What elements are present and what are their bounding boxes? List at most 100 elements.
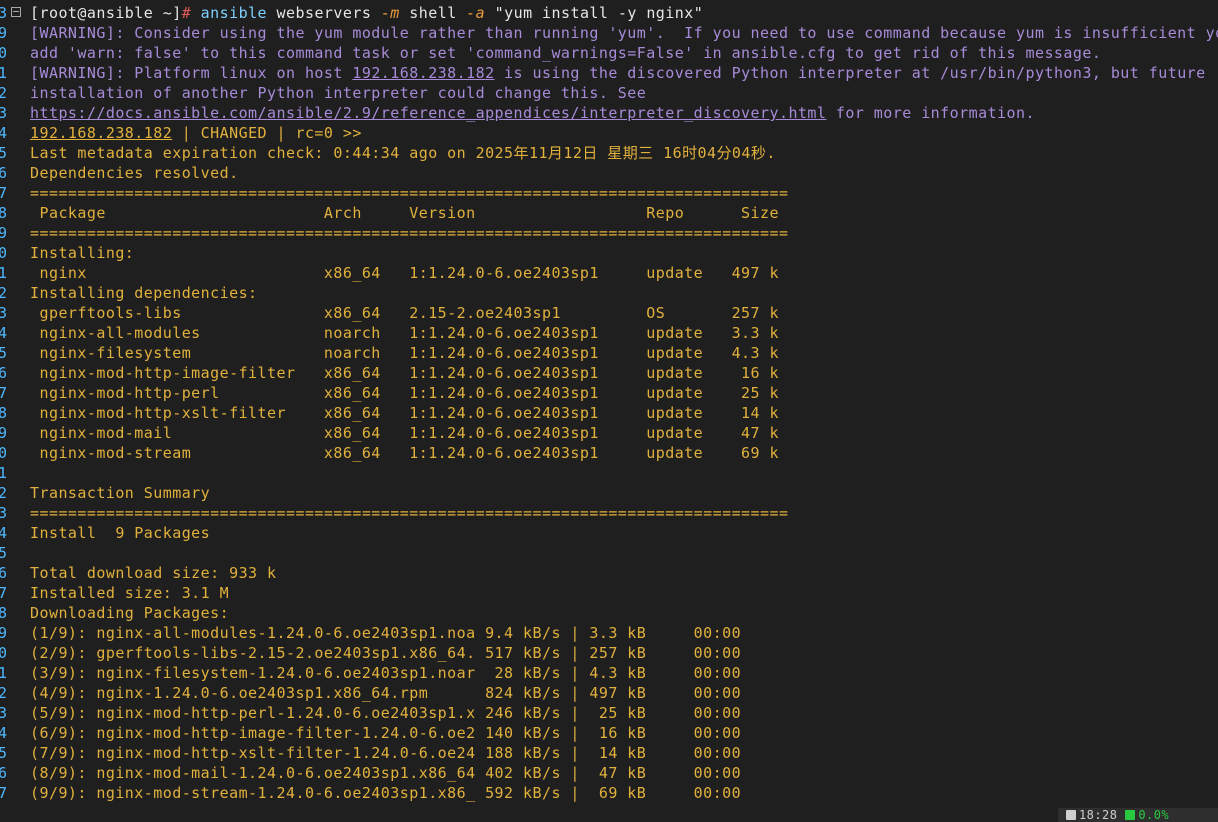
line-number: 1 bbox=[0, 264, 8, 282]
output-line: nginx-all-modules noarch 1:1.24.0-6.oe24… bbox=[30, 324, 779, 342]
terminal-output: [root@ansible ~]# ansible webservers -m … bbox=[30, 3, 1218, 803]
status-time: 18:28 bbox=[1079, 808, 1118, 822]
output-line: ========================================… bbox=[30, 504, 789, 522]
line-number-gutter: 3 9 0 1 2 3 4 5 6 7 8 9 0 1 2 3 4 5 6 7 8 9 0 1 2 3 4 5 6 7 8 9 0 1 2 3 4 5 6 7 bbox=[0, 3, 8, 803]
output-line: (5/9): nginx-mod-http-perl-1.24.0-6.oe24… bbox=[30, 704, 742, 722]
status-cpu: 0.0% bbox=[1138, 808, 1170, 822]
docs-url-link[interactable]: https://docs.ansible.com/ansible/2.9/ref… bbox=[30, 104, 826, 122]
line-number: 5 bbox=[0, 544, 8, 562]
line-number: 0 bbox=[0, 44, 8, 62]
host-link[interactable]: 192.168.238.182 bbox=[352, 64, 494, 82]
output-line: Installing dependencies: bbox=[30, 284, 258, 302]
line-number: 6 bbox=[0, 164, 8, 182]
output-line: Package Arch Version Repo Size bbox=[30, 204, 779, 222]
warning-line: [WARNING]: Consider using the yum module… bbox=[30, 24, 1218, 42]
output-line: nginx-filesystem noarch 1:1.24.0-6.oe240… bbox=[30, 344, 779, 362]
output-line: (8/9): nginx-mod-mail-1.24.0-6.oe2403sp1… bbox=[30, 764, 742, 782]
output-line: nginx-mod-stream x86_64 1:1.24.0-6.oe240… bbox=[30, 444, 779, 462]
output-line: Install 9 Packages bbox=[30, 524, 211, 542]
output-line: (4/9): nginx-1.24.0-6.oe2403sp1.x86_64.r… bbox=[30, 684, 742, 702]
output-line: (9/9): nginx-mod-stream-1.24.0-6.oe2403s… bbox=[30, 784, 742, 802]
output-line: ========================================… bbox=[30, 184, 789, 202]
warning-line: [WARNING]: Platform linux on host 192.16… bbox=[30, 63, 1218, 83]
line-number: 0 bbox=[0, 244, 8, 262]
output-line: Downloading Packages: bbox=[30, 604, 230, 622]
output-line: Installed size: 3.1 M bbox=[30, 584, 230, 602]
line-number: 9 bbox=[0, 224, 8, 242]
output-line: (2/9): gperftools-libs-2.15-2.oe2403sp1.… bbox=[30, 644, 742, 662]
output-line: (7/9): nginx-mod-http-xslt-filter-1.24.0… bbox=[30, 744, 742, 762]
output-line: (1/9): nginx-all-modules-1.24.0-6.oe2403… bbox=[30, 624, 742, 642]
clock-icon bbox=[1066, 810, 1076, 820]
output-line: Transaction Summary bbox=[30, 484, 211, 502]
cpu-icon bbox=[1125, 810, 1136, 820]
prompt-hash: # bbox=[181, 4, 192, 22]
line-number: 8 bbox=[0, 204, 8, 222]
terminal-window[interactable]: 3 9 0 1 2 3 4 5 6 7 8 9 0 1 2 3 4 5 6 7 8 9 0 1 2 3 4 5 6 7 8 9 0 1 2 3 4 5 6 7… bbox=[0, 0, 1218, 822]
warning-text: [WARNING]: Platform linux on host bbox=[30, 64, 353, 82]
warning-text: is using the discovered Python interpret… bbox=[494, 64, 1206, 82]
result-status: | CHANGED | rc=0 >> bbox=[172, 124, 362, 142]
line-number: 1 bbox=[0, 664, 8, 682]
line-number: 9 bbox=[0, 624, 8, 642]
line-number: 2 bbox=[0, 84, 8, 102]
line-number: 4 bbox=[0, 324, 8, 342]
collapse-marker-icon[interactable] bbox=[11, 7, 21, 17]
line-number: 3 bbox=[0, 704, 8, 722]
line-number: 3 bbox=[0, 4, 8, 22]
line-number: 5 bbox=[0, 144, 8, 162]
line-number: 5 bbox=[0, 744, 8, 762]
output-line: Installing: bbox=[30, 244, 135, 262]
output-line: gperftools-libs x86_64 2.15-2.oe2403sp1 … bbox=[30, 304, 779, 322]
command-flag-m: -m bbox=[380, 4, 400, 22]
warning-text: for more information. bbox=[826, 104, 1035, 122]
line-number: 4 bbox=[0, 724, 8, 742]
line-number: 9 bbox=[0, 424, 8, 442]
output-line: (6/9): nginx-mod-http-image-filter-1.24.… bbox=[30, 724, 742, 742]
command-module: shell bbox=[409, 4, 457, 22]
prompt-user-host: [root@ansible ~] bbox=[30, 4, 182, 22]
line-number: 7 bbox=[0, 184, 8, 202]
command-args: "yum install -y nginx" bbox=[494, 4, 704, 22]
line-number: 0 bbox=[0, 444, 8, 462]
line-number: 8 bbox=[0, 404, 8, 422]
output-line: ========================================… bbox=[30, 224, 789, 242]
result-host-link[interactable]: 192.168.238.182 bbox=[30, 124, 172, 142]
output-line: nginx-mod-http-xslt-filter x86_64 1:1.24… bbox=[30, 404, 779, 422]
command-name: ansible bbox=[200, 4, 268, 22]
output-line: Last metadata expiration check: 0:44:34 … bbox=[30, 144, 776, 162]
warning-line: installation of another Python interpret… bbox=[30, 84, 647, 102]
line-number: 7 bbox=[0, 784, 8, 802]
line-number: 4 bbox=[0, 524, 8, 542]
line-number: 1 bbox=[0, 464, 8, 482]
output-line: nginx x86_64 1:1.24.0-6.oe2403sp1 update… bbox=[30, 264, 779, 282]
warning-line: add 'warn: false' to this command task o… bbox=[30, 44, 1102, 62]
line-number: 6 bbox=[0, 364, 8, 382]
line-number: 1 bbox=[0, 64, 8, 82]
line-number: 9 bbox=[0, 24, 8, 42]
line-number: 7 bbox=[0, 584, 8, 602]
output-line: Dependencies resolved. bbox=[30, 164, 239, 182]
line-number: 2 bbox=[0, 484, 8, 502]
result-line: 192.168.238.182 | CHANGED | rc=0 >> bbox=[30, 123, 1218, 143]
line-number: 8 bbox=[0, 604, 8, 622]
line-number: 6 bbox=[0, 564, 8, 582]
line-number: 3 bbox=[0, 304, 8, 322]
line-number: 7 bbox=[0, 384, 8, 402]
yum-output: Last metadata expiration check: 0:44:34 … bbox=[30, 143, 1218, 803]
warning-line: https://docs.ansible.com/ansible/2.9/ref… bbox=[30, 103, 1218, 123]
line-number: 2 bbox=[0, 284, 8, 302]
status-bar: 18:28 0.0% bbox=[1058, 808, 1218, 822]
output-line: nginx-mod-http-image-filter x86_64 1:1.2… bbox=[30, 364, 779, 382]
output-line: nginx-mod-mail x86_64 1:1.24.0-6.oe2403s… bbox=[30, 424, 779, 442]
prompt-line: [root@ansible ~]# ansible webservers -m … bbox=[30, 3, 1218, 23]
output-line: Total download size: 933 k bbox=[30, 564, 277, 582]
output-line: nginx-mod-http-perl x86_64 1:1.24.0-6.oe… bbox=[30, 384, 779, 402]
line-number: 6 bbox=[0, 764, 8, 782]
line-number: 5 bbox=[0, 344, 8, 362]
command-group: webservers bbox=[276, 4, 372, 22]
line-number: 2 bbox=[0, 684, 8, 702]
line-number: 3 bbox=[0, 504, 8, 522]
output-line: (3/9): nginx-filesystem-1.24.0-6.oe2403s… bbox=[30, 664, 742, 682]
